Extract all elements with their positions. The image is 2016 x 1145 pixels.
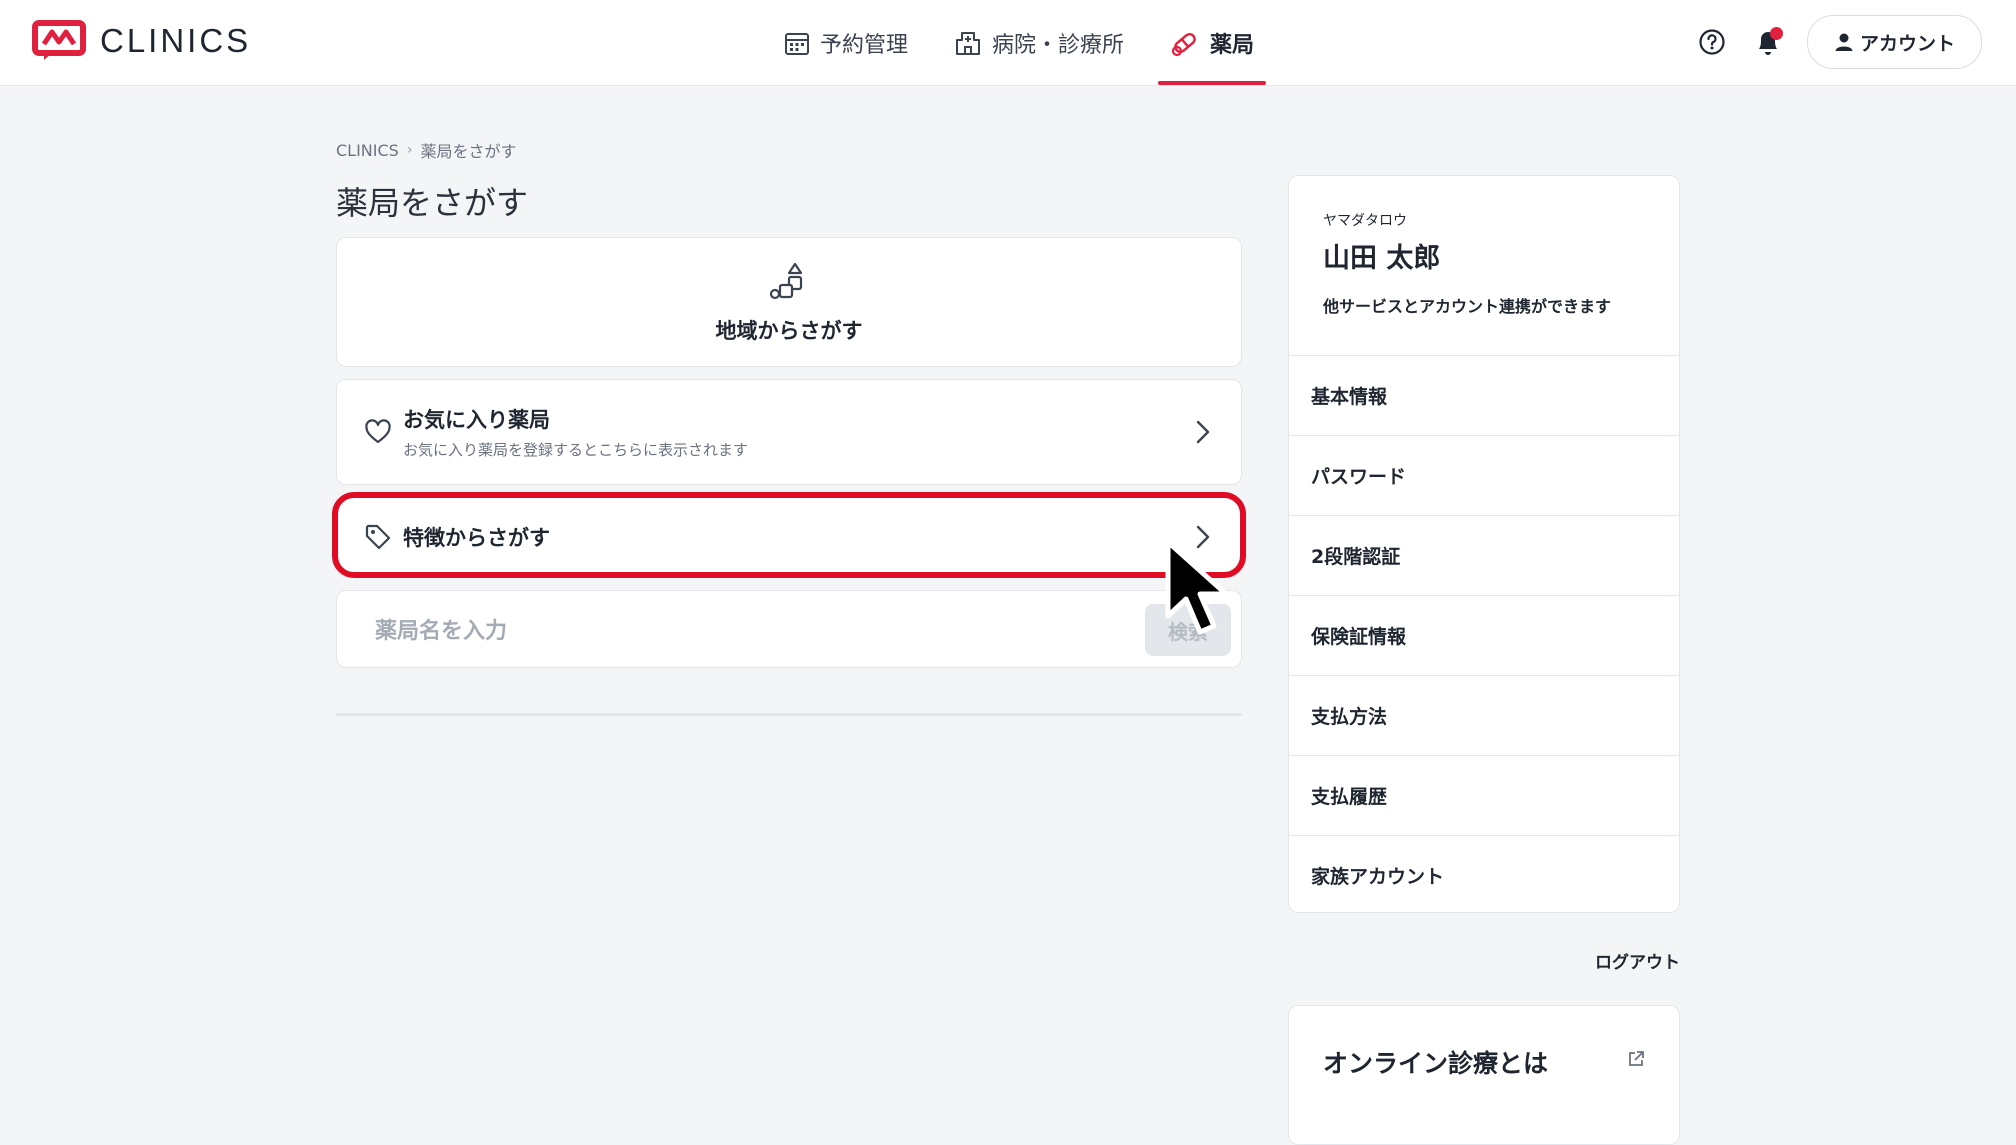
sidebar-item-payment-history[interactable]: 支払履歴 (1289, 756, 1679, 836)
favorites-subtitle: お気に入り薬局を登録するとこちらに表示されます (403, 441, 749, 459)
logout-link[interactable]: ログアウト (1560, 948, 1680, 973)
sidebar-item-two-factor[interactable]: 2段階認証 (1289, 516, 1679, 596)
logo-text: CLINICS (100, 22, 252, 59)
feature-search-title: 特徴からさがす (403, 526, 550, 550)
calendar-icon (785, 32, 809, 55)
map-pin-icon (768, 260, 812, 308)
pharmacy-name-search: 検索 (336, 590, 1242, 668)
breadcrumb-root[interactable]: CLINICS (336, 141, 399, 160)
app-header: CLINICS 予約管理 病院・診療所 薬局 アカウント (0, 0, 2016, 86)
clinics-logo[interactable]: CLINICS (32, 20, 251, 62)
account-link-note[interactable]: 他サービスとアカウント連携ができます (1323, 293, 1679, 317)
hospital-icon (956, 31, 981, 55)
mouse-cursor-icon (1165, 539, 1229, 635)
header-actions: アカウント (1695, 15, 1982, 69)
help-icon (1699, 29, 1725, 55)
pharmacy-name-input[interactable] (373, 605, 1147, 657)
account-button[interactable]: アカウント (1806, 15, 1982, 69)
tag-icon (363, 522, 393, 552)
nav-appointments-label: 予約管理 (820, 32, 909, 58)
sidebar-item-family-account[interactable]: 家族アカウント (1289, 836, 1679, 912)
online-consultation-card[interactable]: オンライン診療とは (1288, 1005, 1680, 1145)
breadcrumb: CLINICS › 薬局をさがす (336, 138, 516, 162)
account-label: アカウント (1859, 32, 1955, 55)
chevron-right-icon: › (406, 142, 413, 158)
sidebar-item-password[interactable]: パスワード (1289, 436, 1679, 516)
sidebar-item-insurance[interactable]: 保険証情報 (1289, 596, 1679, 676)
profile-section: ヤマダタロウ 山田 太郎 他サービスとアカウント連携ができます (1289, 176, 1679, 356)
nav-pharmacy[interactable]: 薬局 (1158, 0, 1267, 85)
clinics-logo-icon (32, 20, 86, 60)
favorites-title: お気に入り薬局 (403, 408, 550, 432)
heart-icon (363, 417, 393, 447)
section-divider (336, 713, 1242, 716)
user-name-kana: ヤマダタロウ (1323, 213, 1407, 229)
notifications-button[interactable] (1751, 25, 1785, 59)
help-button[interactable] (1695, 25, 1729, 59)
favorite-pharmacies-card[interactable]: お気に入り薬局 お気に入り薬局を登録するとこちらに表示されます (336, 379, 1242, 485)
region-search-label: 地域からさがす (715, 319, 863, 343)
sidebar-item-payment-method[interactable]: 支払方法 (1289, 676, 1679, 756)
chevron-right-icon (1191, 417, 1215, 447)
main-nav: 予約管理 病院・診療所 薬局 (772, 0, 1267, 85)
nav-pharmacy-label: 薬局 (1210, 32, 1255, 58)
sidebar-item-basic-info[interactable]: 基本情報 (1289, 356, 1679, 436)
nav-hospitals-label: 病院・診療所 (992, 32, 1125, 58)
region-search-card[interactable]: 地域からさがす (336, 237, 1242, 367)
feature-search-card[interactable]: 特徴からさがす (336, 497, 1242, 577)
breadcrumb-current: 薬局をさがす (420, 142, 517, 161)
external-link-icon (1629, 1051, 1644, 1066)
nav-appointments[interactable]: 予約管理 (772, 0, 920, 85)
online-consultation-title: オンライン診療とは (1323, 1049, 1549, 1078)
pill-icon (1171, 32, 1196, 56)
user-icon (1835, 33, 1853, 51)
notification-badge (1769, 27, 1783, 40)
account-sidebar: ヤマダタロウ 山田 太郎 他サービスとアカウント連携ができます 基本情報 パスワ… (1288, 175, 1680, 913)
nav-hospitals[interactable]: 病院・診療所 (942, 0, 1136, 85)
page-title: 薬局をさがす (336, 184, 529, 222)
user-name: 山田 太郎 (1323, 243, 1441, 274)
